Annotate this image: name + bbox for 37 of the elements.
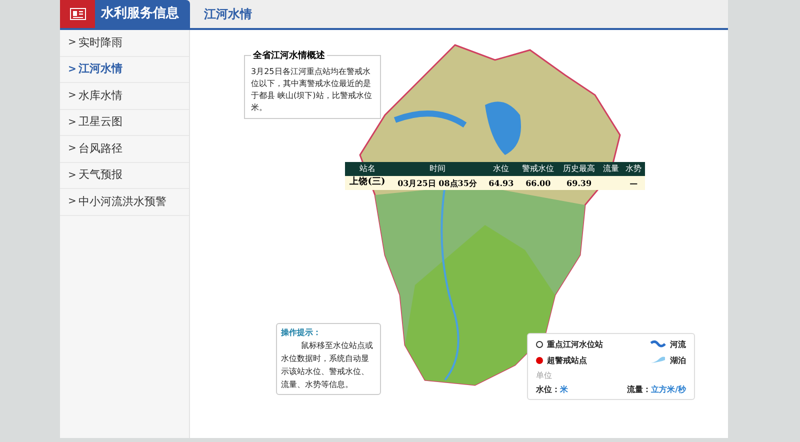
legend-label: 重点江河水位站: [547, 338, 603, 350]
column-header: 警戒水位: [518, 162, 559, 176]
sidebar-item[interactable]: > 台风路径: [60, 136, 189, 162]
overview-text: 3月25日各江河重点站均在警戒水位以下，其中离警戒水位最近的是于都县 峡山(坝下)站，比警戒水位米。: [251, 66, 373, 114]
legend-label: 超警戒站点: [547, 354, 587, 366]
table-cell: 03月25日 08点35分: [390, 176, 485, 190]
table-cell: 69.39: [558, 176, 600, 190]
flow-label: 流量：: [627, 383, 652, 395]
sidebar-item[interactable]: > 卫星云图: [60, 110, 189, 136]
sidebar-item[interactable]: > 实时降雨: [60, 30, 189, 56]
column-header: 水位: [484, 162, 518, 176]
flow-unit: 立方米/秒: [651, 383, 686, 395]
help-text: 鼠标移至水位站点或水位数据时，系统自动显示该站水位、警戒水位、流量、水势等信息。: [281, 340, 374, 391]
level-label: 水位：: [536, 383, 560, 395]
sidebar-item[interactable]: > 中小河流洪水预警: [60, 189, 189, 216]
river-icon: [650, 340, 666, 348]
help-title: 操作提示：: [281, 327, 322, 339]
table-cell: 上饶(三): [345, 176, 390, 190]
sidebar-item[interactable]: > 水库水情: [60, 83, 189, 110]
column-header: 流量: [599, 162, 622, 176]
legend-label: 湖泊: [670, 354, 686, 366]
table-cell: 64.93: [484, 176, 518, 190]
lake-icon: [650, 356, 666, 364]
column-header: 历史最高: [558, 162, 600, 176]
table-cell: —: [622, 176, 645, 190]
site-title: 水利服务信息: [95, 0, 190, 28]
column-header: 时间: [390, 162, 485, 176]
sidebar-item[interactable]: > 天气预报: [60, 162, 189, 189]
legend-label: 河流: [670, 338, 686, 350]
units-title: 单位: [536, 370, 553, 382]
sidebar-item[interactable]: > 江河水情: [60, 56, 189, 83]
table-cell: 66.00: [518, 176, 559, 190]
newspaper-icon: [70, 8, 86, 20]
column-header: 水势: [622, 162, 645, 176]
level-unit: 米: [560, 383, 568, 395]
column-header: 站名: [345, 162, 390, 176]
page-tab[interactable]: 江河水情: [190, 0, 252, 28]
